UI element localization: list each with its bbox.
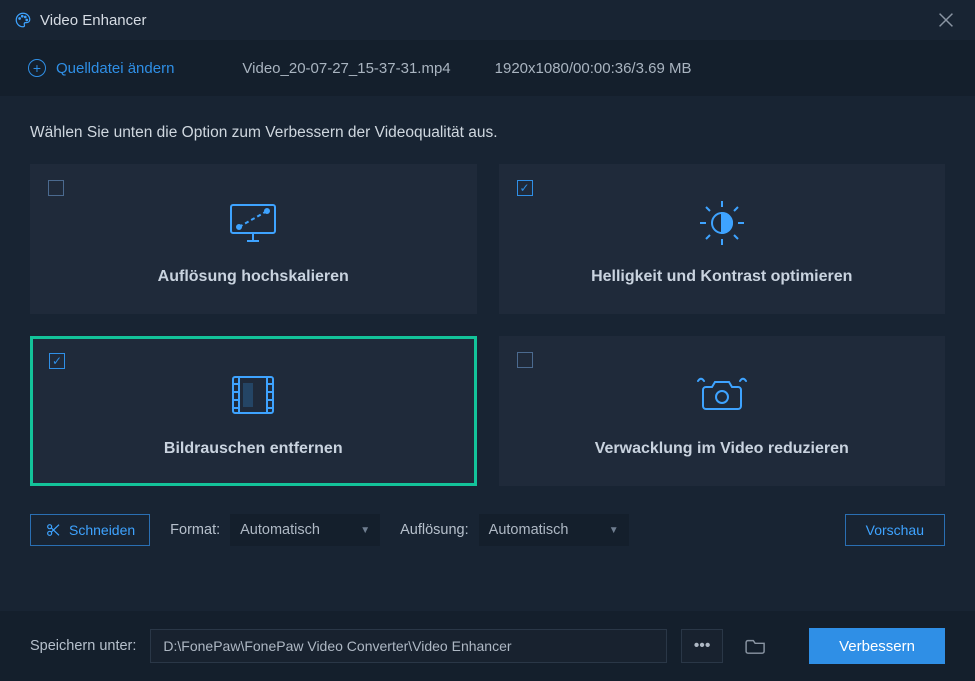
close-button[interactable] [931, 5, 961, 35]
change-source-label: Quelldatei ändern [56, 60, 174, 77]
format-select[interactable]: Automatisch ▼ [230, 514, 380, 546]
footer: Speichern unter: ••• Verbessern [0, 611, 975, 681]
enhance-button[interactable]: Verbessern [809, 628, 945, 664]
enhance-button-label: Verbessern [839, 638, 915, 655]
resolution-label: Auflösung: [400, 522, 469, 538]
checkbox-denoise[interactable] [49, 353, 65, 369]
titlebar: Video Enhancer [0, 0, 975, 40]
resolution-group: Auflösung: Automatisch ▼ [400, 514, 629, 546]
brightness-icon [694, 192, 750, 254]
browse-button[interactable]: ••• [681, 629, 723, 663]
option-grid: Auflösung hochskalieren Helligkeit und K… [30, 164, 945, 486]
cut-button-label: Schneiden [69, 522, 135, 538]
source-bar: + Quelldatei ändern Video_20-07-27_15-37… [0, 40, 975, 96]
card-denoise-label: Bildrauschen entfernen [164, 440, 343, 458]
card-brightness[interactable]: Helligkeit und Kontrast optimieren [499, 164, 946, 314]
save-under-label: Speichern unter: [30, 638, 136, 654]
caret-down-icon: ▼ [360, 525, 370, 536]
scissors-icon [45, 522, 61, 538]
app-palette-icon [14, 11, 32, 29]
format-select-value: Automatisch [240, 522, 320, 538]
controls-row: Schneiden Format: Automatisch ▼ Auflösun… [30, 514, 945, 568]
caret-down-icon: ▼ [609, 525, 619, 536]
card-brightness-label: Helligkeit und Kontrast optimieren [591, 268, 852, 286]
monitor-upscale-icon [225, 192, 281, 254]
open-folder-button[interactable] [737, 629, 775, 663]
card-upscale[interactable]: Auflösung hochskalieren [30, 164, 477, 314]
card-denoise[interactable]: Bildrauschen entfernen [30, 336, 477, 486]
resolution-select-value: Automatisch [489, 522, 569, 538]
save-path-input[interactable] [150, 629, 667, 663]
folder-icon [745, 637, 767, 655]
change-source-button[interactable]: + Quelldatei ändern [28, 59, 174, 77]
checkbox-deshake[interactable] [517, 352, 533, 368]
plus-circle-icon: + [28, 59, 46, 77]
source-filename: Video_20-07-27_15-37-31.mp4 [242, 60, 450, 77]
film-denoise-icon [225, 364, 281, 426]
format-label: Format: [170, 522, 220, 538]
app-title: Video Enhancer [40, 12, 931, 29]
preview-button[interactable]: Vorschau [845, 514, 945, 546]
prompt-text: Wählen Sie unten die Option zum Verbesse… [30, 124, 945, 142]
card-deshake[interactable]: Verwacklung im Video reduzieren [499, 336, 946, 486]
resolution-select[interactable]: Automatisch ▼ [479, 514, 629, 546]
card-upscale-label: Auflösung hochskalieren [158, 268, 349, 286]
format-group: Format: Automatisch ▼ [170, 514, 380, 546]
ellipsis-icon: ••• [694, 637, 711, 655]
source-metadata: 1920x1080/00:00:36/3.69 MB [495, 60, 692, 77]
main-panel: Wählen Sie unten die Option zum Verbesse… [0, 96, 975, 611]
checkbox-brightness[interactable] [517, 180, 533, 196]
cut-button[interactable]: Schneiden [30, 514, 150, 546]
preview-button-label: Vorschau [866, 522, 924, 538]
camera-shake-icon [692, 364, 752, 426]
checkbox-upscale[interactable] [48, 180, 64, 196]
card-deshake-label: Verwacklung im Video reduzieren [595, 440, 849, 458]
